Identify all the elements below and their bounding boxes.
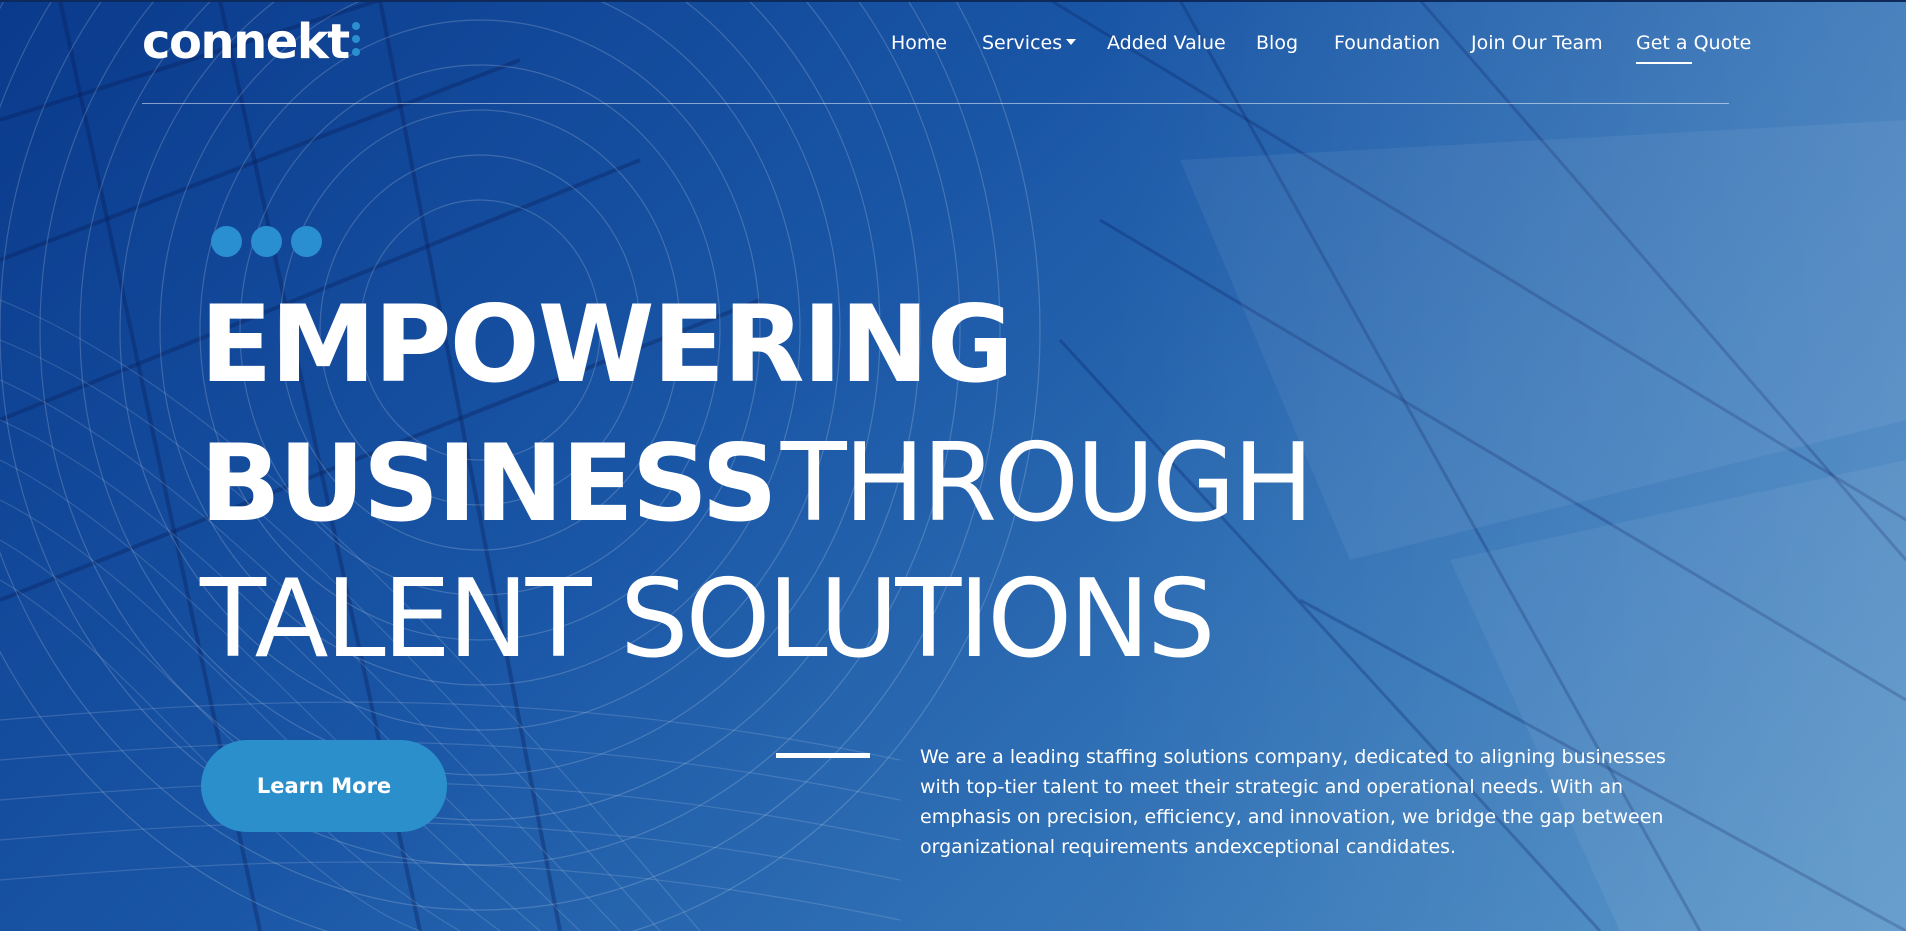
headline-line-1: EMPOWERING <box>200 292 1014 398</box>
headline-empowering: EMPOWERING <box>200 283 1014 406</box>
nav-blog[interactable]: Blog <box>1256 30 1298 56</box>
headline-talent-solutions: TALENT SOLUTIONS <box>200 557 1216 682</box>
nav-get-a-quote[interactable]: Get a Quote <box>1636 30 1751 56</box>
headline-through: THROUGH <box>780 421 1314 546</box>
headline-line-3: TALENT SOLUTIONS <box>200 566 1216 674</box>
nav-foundation[interactable]: Foundation <box>1334 30 1440 56</box>
hero-page: connekt Home Services Added Value Blog F… <box>0 0 1906 931</box>
hero-dots-icon <box>211 226 331 258</box>
hero-description: We are a leading staffing solutions comp… <box>920 746 1666 858</box>
headline-line-2: BUSINESS THROUGH <box>200 430 1314 538</box>
nav-services-label: Services <box>982 32 1063 54</box>
nav-services[interactable]: Services <box>982 30 1077 56</box>
nav-home[interactable]: Home <box>891 30 947 56</box>
main-nav: Home Services Added Value Blog Foundatio… <box>0 30 1906 60</box>
learn-more-button[interactable]: Learn More <box>201 740 447 832</box>
header-divider <box>142 103 1729 104</box>
active-nav-underline <box>1636 62 1692 64</box>
caret-down-icon <box>1066 38 1077 45</box>
nav-join-our-team[interactable]: Join Our Team <box>1471 30 1603 56</box>
description-accent-bar <box>776 753 870 758</box>
headline-business: BUSINESS <box>200 422 778 545</box>
nav-added-value[interactable]: Added Value <box>1107 30 1226 56</box>
top-border <box>0 0 1906 2</box>
